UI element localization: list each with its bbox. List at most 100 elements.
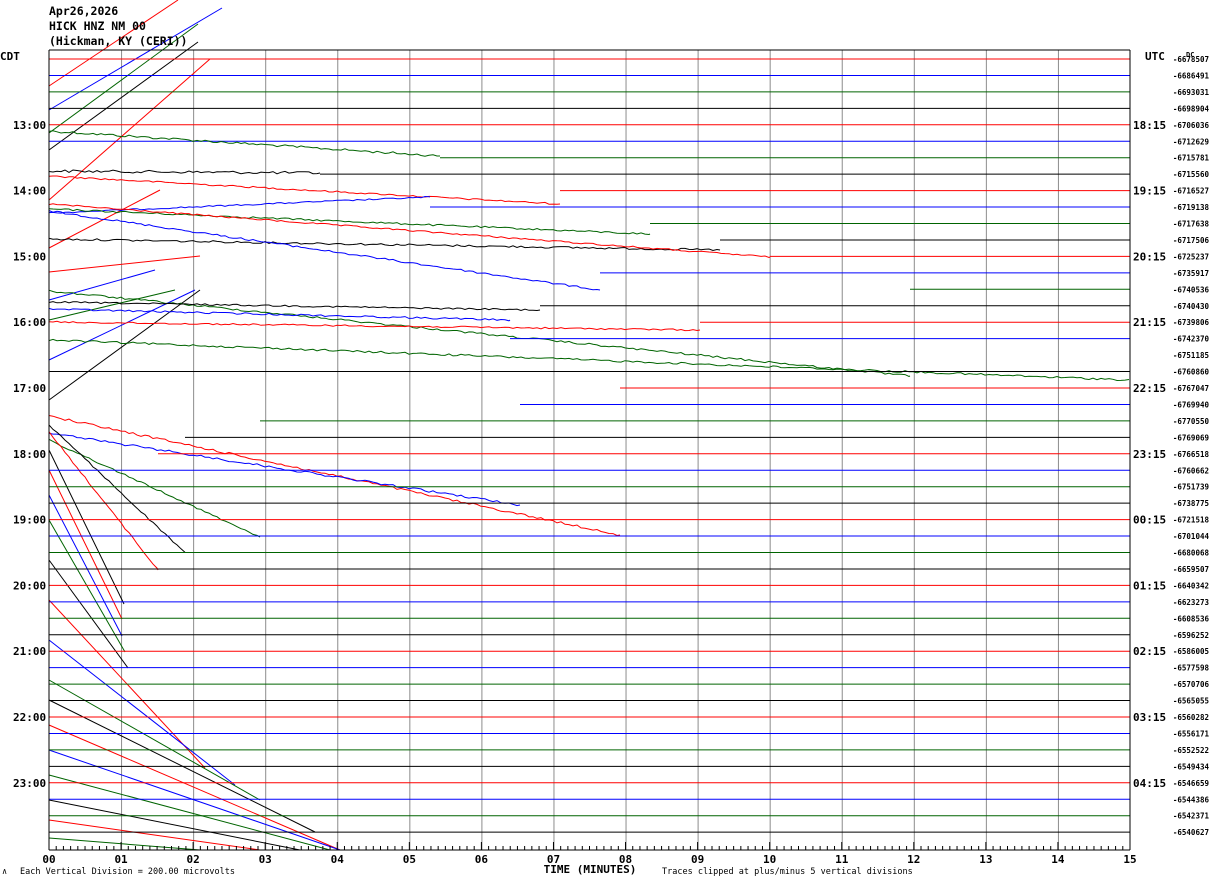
x-tick-label: 00 — [42, 853, 55, 866]
trace-row-21 — [48, 432, 521, 507]
x-tick-label: 02 — [187, 853, 200, 866]
descend-trace-11 — [48, 774, 331, 851]
right-axis-title: UTC — [1145, 50, 1165, 63]
left-time-label: 14:00 — [13, 185, 46, 198]
trace-row-17 — [48, 307, 511, 322]
dc-offset-label: -6740430 — [1173, 302, 1210, 311]
dc-offset-label: -6680068 — [1173, 549, 1210, 558]
dc-offset-label: -6767047 — [1173, 384, 1209, 393]
descend-trace-6 — [48, 639, 236, 786]
x-axis-title: TIME (MINUTES) — [544, 863, 637, 876]
trace-row-6 — [48, 130, 440, 157]
dc-offset-label: -6556171 — [1173, 729, 1210, 738]
trace-row-7 — [48, 169, 321, 175]
left-time-label: 23:00 — [13, 777, 46, 790]
right-time-label: 00:15 — [1133, 514, 1166, 527]
descend-trace-4 — [48, 559, 129, 669]
trace-row-8 — [48, 175, 561, 205]
dc-offset-label: -6716527 — [1173, 187, 1209, 196]
right-time-label: 04:15 — [1133, 777, 1166, 790]
dc-offset-label: -6549434 — [1173, 762, 1210, 771]
descend-trace-1 — [48, 469, 123, 620]
dc-offset-label: -6542371 — [1173, 812, 1210, 821]
dc-offset-label: -6544386 — [1173, 795, 1210, 804]
left-time-label: 16:00 — [13, 316, 46, 329]
descend-trace-10 — [48, 749, 341, 851]
right-time-label: 01:15 — [1133, 579, 1166, 592]
x-tick-label: 06 — [475, 853, 489, 866]
dc-offset-label: -6769069 — [1173, 433, 1210, 442]
dc-offset-label: -6608536 — [1173, 614, 1210, 623]
dc-offset-label: -6760662 — [1173, 466, 1209, 475]
dc-offset-label: -6698904 — [1173, 104, 1210, 113]
header-date: Apr26,2026 — [49, 4, 119, 18]
dc-offset-label: -6540627 — [1173, 828, 1209, 837]
left-time-label: 20:00 — [13, 579, 46, 592]
x-tick-label: 15 — [1123, 853, 1136, 866]
x-tick-label: 10 — [763, 853, 776, 866]
dc-offset-label: -6735917 — [1173, 269, 1209, 278]
right-time-label: 19:15 — [1133, 185, 1166, 198]
dc-offset-label: -6715560 — [1173, 170, 1210, 179]
descend-trace-7 — [48, 679, 261, 801]
right-time-label: 18:15 — [1133, 119, 1166, 132]
dc-offset-label: -6640342 — [1173, 581, 1209, 590]
drift-trace-3 — [48, 41, 199, 151]
dc-offset-label: -6577598 — [1173, 664, 1210, 673]
dc-offset-label: -6715781 — [1173, 154, 1210, 163]
dc-offset-label: -6659507 — [1173, 565, 1209, 574]
left-time-label: 21:00 — [13, 645, 46, 658]
footer-vertical-division: Each Vertical Division = 200.00 microvol… — [20, 867, 235, 877]
trace-row-9 — [48, 195, 431, 214]
dc-offset-label: -6742370 — [1173, 335, 1210, 344]
right-time-label: 20:15 — [1133, 250, 1166, 263]
dc-offset-label: -6769940 — [1173, 400, 1210, 409]
dc-offset-label: -6586005 — [1173, 647, 1209, 656]
x-tick-label: 01 — [114, 853, 128, 866]
x-tick-label: 12 — [907, 853, 920, 866]
dc-offset-label: -6717506 — [1173, 236, 1210, 245]
dc-offset-label: -6623273 — [1173, 598, 1210, 607]
dc-offset-label: -6725237 — [1173, 252, 1209, 261]
descend-trace-0 — [48, 449, 125, 605]
dc-offset-label: -6552522 — [1173, 746, 1209, 755]
dc-offset-label: -6760860 — [1173, 368, 1210, 377]
x-tick-label: 13 — [979, 853, 992, 866]
dc-offset-label: -6546659 — [1173, 779, 1210, 788]
dc-offset-label: -6565055 — [1173, 697, 1209, 706]
dc-offset-label: -6740536 — [1173, 285, 1210, 294]
dc-offset-label: -6717638 — [1173, 220, 1210, 229]
right-time-label: 22:15 — [1133, 382, 1166, 395]
x-tick-label: 03 — [259, 853, 272, 866]
dc-offset-label: -6596252 — [1173, 631, 1209, 640]
left-time-label: 13:00 — [13, 119, 46, 132]
dc-offset-label: -6570706 — [1173, 680, 1210, 689]
descend-trace-3 — [48, 519, 126, 653]
footer-clip-note: Traces clipped at plus/minus 5 vertical … — [662, 867, 913, 877]
plot-grid — [121, 50, 1059, 850]
x-tick-label: 09 — [691, 853, 704, 866]
dc-offset-label: -6693031 — [1173, 88, 1210, 97]
dc-offset-label: -6686491 — [1173, 71, 1210, 80]
trace-row-11 — [48, 237, 721, 252]
drift-trace-6 — [48, 255, 201, 273]
drift-trace-4 — [48, 58, 211, 201]
dc-offset-label: -6712629 — [1173, 137, 1210, 146]
dc-offset-label: -6701044 — [1173, 532, 1210, 541]
left-axis-title: CDT — [0, 50, 20, 63]
trace-row-20 — [48, 415, 621, 537]
dc-offset-label: -6770550 — [1173, 417, 1210, 426]
trace-row-10 — [48, 208, 651, 236]
dc-offset-label: -6560282 — [1173, 713, 1209, 722]
helicorder-plot: 00 01 02 03 04 05 06 07 08 09 10 11 12 13 14 15TIME (MI… — [0, 0, 1210, 876]
left-time-label: 18:00 — [13, 448, 46, 461]
pre-window-traces — [48, 0, 341, 851]
left-time-label: 19:00 — [13, 514, 46, 527]
header-location: (Hickman, KY (CERI)) — [49, 34, 188, 48]
left-time-label: 22:00 — [13, 711, 46, 724]
x-tick-label: 14 — [1051, 853, 1065, 866]
header-station: HICK HNZ NM 00 — [49, 19, 146, 33]
dc-offset-label: -6706036 — [1173, 121, 1210, 130]
dc-offset-label: -6739806 — [1173, 318, 1210, 327]
dc-offset-label: -6721518 — [1173, 516, 1210, 525]
